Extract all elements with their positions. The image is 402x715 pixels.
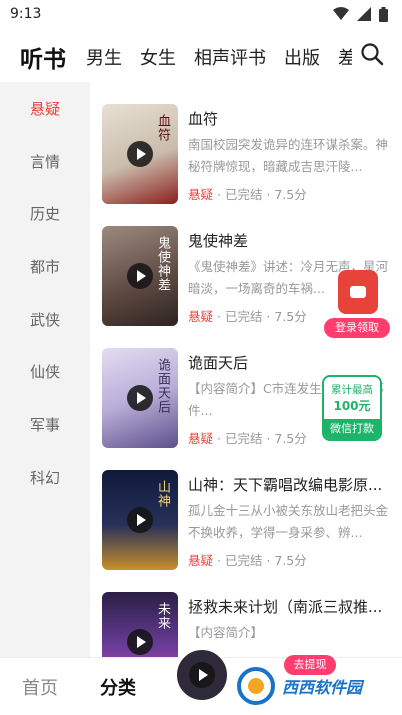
book-cover[interactable]: 诡面天后: [102, 348, 178, 448]
tab-male[interactable]: 男生: [86, 44, 122, 70]
book-meta: 悬疑 · 已完结 · 7.5分: [188, 431, 307, 446]
book-title[interactable]: 鬼使神差: [188, 230, 398, 251]
tab-publishing[interactable]: 出版: [284, 44, 320, 70]
play-icon[interactable]: [127, 385, 153, 411]
watermark-logo-icon: [237, 667, 275, 705]
nav-home[interactable]: 首页: [22, 674, 58, 700]
play-icon[interactable]: [127, 263, 153, 289]
red-packet-icon: [338, 270, 378, 314]
book-description: 【内容简介】: [188, 625, 264, 640]
play-icon[interactable]: [127, 507, 153, 533]
book-list: 血符 血符 南国校园突发诡异的连环谋杀案。神秘符牌惊现，暗藏成吉思汗陵... 悬…: [90, 82, 402, 657]
reward-footer: 微信打款: [324, 419, 380, 439]
book-meta: 悬疑 · 已完结 · 7.5分: [188, 309, 307, 324]
nav-category[interactable]: 分类: [100, 674, 136, 700]
play-icon[interactable]: [127, 141, 153, 167]
watermark-text: 西西软件园: [282, 678, 363, 697]
book-cover[interactable]: 未来: [102, 592, 178, 657]
sidebar-item-scifi[interactable]: 科幻: [0, 451, 90, 504]
play-icon[interactable]: [189, 662, 215, 688]
tab-female[interactable]: 女生: [140, 44, 176, 70]
book-cover[interactable]: 山神: [102, 470, 178, 570]
sidebar-item-suspense[interactable]: 悬疑: [0, 82, 90, 135]
book-title[interactable]: 血符: [188, 108, 398, 129]
search-icon: [361, 43, 384, 66]
category-sidebar: 悬疑 言情 历史 都市 武侠 仙侠 军事 科幻: [0, 82, 90, 657]
status-time: 9:13: [10, 6, 42, 22]
wechat-reward-badge[interactable]: 累计最高 100元 微信打款: [322, 375, 382, 441]
reward-amount: 100元: [333, 399, 371, 413]
wifi-icon: [333, 7, 349, 20]
sidebar-item-xianxia[interactable]: 仙侠: [0, 345, 90, 398]
site-watermark: 西西软件园: [236, 666, 396, 706]
book-title[interactable]: 拯救未来计划（南派三叔推...: [188, 596, 398, 617]
battery-icon: [379, 6, 388, 22]
book-description: 孤儿金十三从小被关东放山老把头金不换收养，学得一身采参、辨...: [188, 503, 389, 540]
login-claim-label: 登录领取: [324, 318, 390, 338]
book-description: 南国校园突发诡异的连环谋杀案。神秘符牌惊现，暗藏成吉思汗陵...: [188, 137, 389, 174]
book-cover[interactable]: 鬼使神差: [102, 226, 178, 326]
tab-more[interactable]: 差: [338, 44, 352, 70]
book-cover[interactable]: 血符: [102, 104, 178, 204]
sidebar-item-military[interactable]: 军事: [0, 398, 90, 451]
search-button[interactable]: [360, 42, 388, 70]
mini-player[interactable]: [174, 647, 230, 703]
sidebar-item-wuxia[interactable]: 武侠: [0, 293, 90, 346]
sidebar-item-history[interactable]: 历史: [0, 187, 90, 240]
sidebar-item-urban[interactable]: 都市: [0, 240, 90, 293]
play-icon[interactable]: [127, 629, 153, 655]
tab-crosstalk[interactable]: 相声评书: [194, 44, 266, 70]
book-title[interactable]: 山神：天下霸唱改编电影原...: [188, 474, 398, 495]
book-meta: 悬疑 · 已完结 · 7.5分: [188, 553, 307, 568]
book-title[interactable]: 诡面天后: [188, 352, 398, 373]
top-tabs: 听书 男生 女生 相声评书 出版 差: [0, 34, 402, 80]
tab-audiobook[interactable]: 听书: [20, 40, 66, 74]
list-item[interactable]: 血符 血符 南国校园突发诡异的连环谋杀案。神秘符牌惊现，暗藏成吉思汗陵... 悬…: [102, 104, 402, 208]
list-item[interactable]: 未来 拯救未来计划（南派三叔推... 【内容简介】: [102, 592, 402, 657]
book-meta: 悬疑 · 已完结 · 7.5分: [188, 187, 307, 202]
sidebar-item-romance[interactable]: 言情: [0, 135, 90, 188]
signal-icon: [357, 7, 371, 21]
reward-caption: 累计最高: [331, 384, 373, 396]
status-bar: 9:13: [0, 0, 402, 28]
login-reward-widget[interactable]: 登录领取: [324, 268, 390, 340]
list-item[interactable]: 山神 山神：天下霸唱改编电影原... 孤儿金十三从小被关东放山老把头金不换收养，…: [102, 470, 402, 574]
